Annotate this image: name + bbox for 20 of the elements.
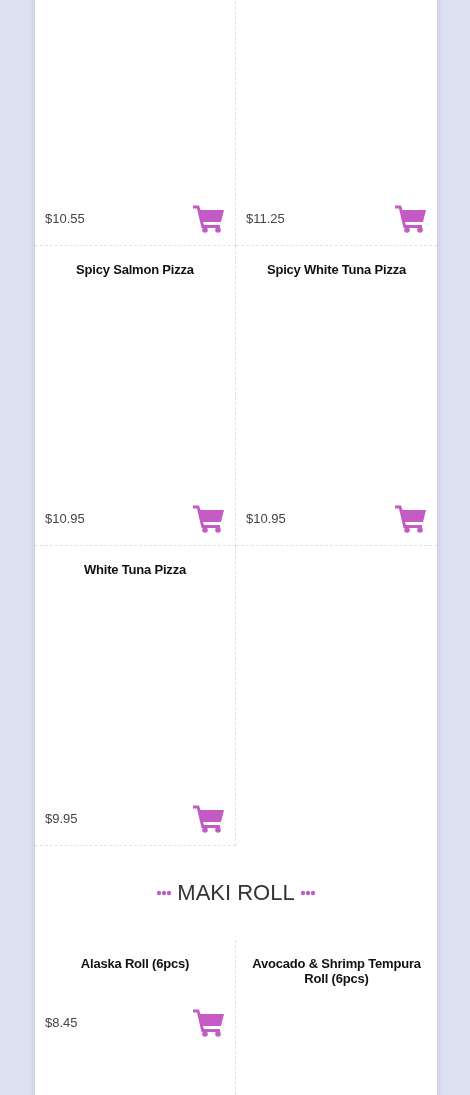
product-name[interactable]: Spicy White Tuna Pizza	[246, 262, 427, 277]
product-name[interactable]: Avocado & Shrimp Tempura Roll (6pcs)	[246, 956, 427, 986]
product-price: $10.95	[246, 511, 286, 526]
product-price: $9.95	[45, 811, 78, 826]
dots-icon	[299, 890, 316, 896]
cart-icon[interactable]	[395, 504, 427, 533]
product-price: $10.95	[45, 511, 85, 526]
product-price: $10.55	[45, 211, 85, 226]
cart-icon[interactable]	[193, 504, 225, 533]
product-price: $8.45	[45, 1015, 78, 1030]
product-price: $11.25	[246, 211, 285, 226]
product-name[interactable]: White Tuna Pizza	[45, 562, 225, 577]
section-heading: MAKI ROLL	[177, 880, 295, 906]
cart-icon[interactable]	[193, 204, 225, 233]
product-name[interactable]: Alaska Roll (6pcs)	[45, 956, 225, 971]
product-name[interactable]: Spicy Salmon Pizza	[45, 262, 225, 277]
cart-icon[interactable]	[193, 1008, 225, 1037]
cart-icon[interactable]	[193, 804, 225, 833]
dots-icon	[156, 890, 173, 896]
cart-icon[interactable]	[395, 204, 427, 233]
